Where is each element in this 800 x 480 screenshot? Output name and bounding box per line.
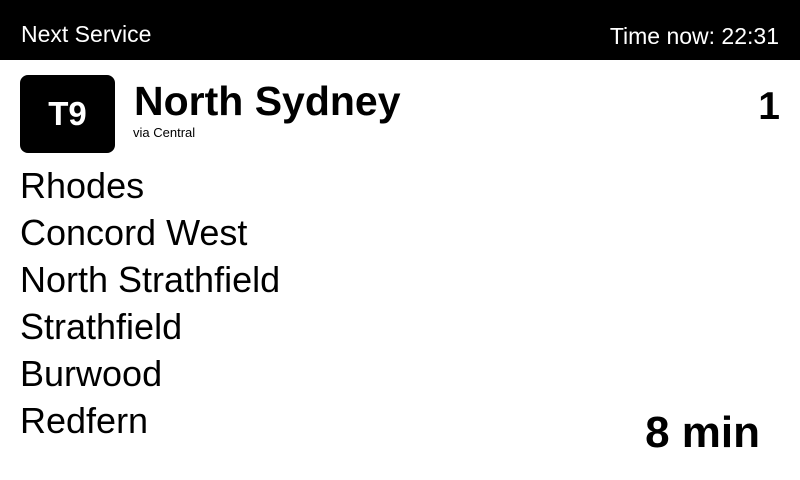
stop-item: Burwood bbox=[20, 353, 163, 394]
stop-item: Rhodes bbox=[20, 165, 145, 206]
line-badge: T9 bbox=[20, 75, 115, 153]
departure-time: 8 min bbox=[645, 408, 760, 457]
platform-number: 1 bbox=[758, 85, 780, 128]
destination-name: North Sydney bbox=[134, 78, 401, 124]
current-time: Time now: 22:31 bbox=[609, 23, 779, 49]
stop-item: Concord West bbox=[20, 212, 248, 253]
via-text: via Central bbox=[133, 125, 196, 140]
stop-item: Redfern bbox=[20, 400, 149, 441]
header-bar: Next Service Time now: 22:31 bbox=[0, 0, 800, 60]
stop-item: North Strathfield bbox=[20, 259, 281, 300]
stops-list: Rhodes Concord West North Strathfield St… bbox=[20, 162, 280, 444]
stop-item: Strathfield bbox=[20, 306, 183, 347]
header-title: Next Service bbox=[21, 21, 152, 47]
